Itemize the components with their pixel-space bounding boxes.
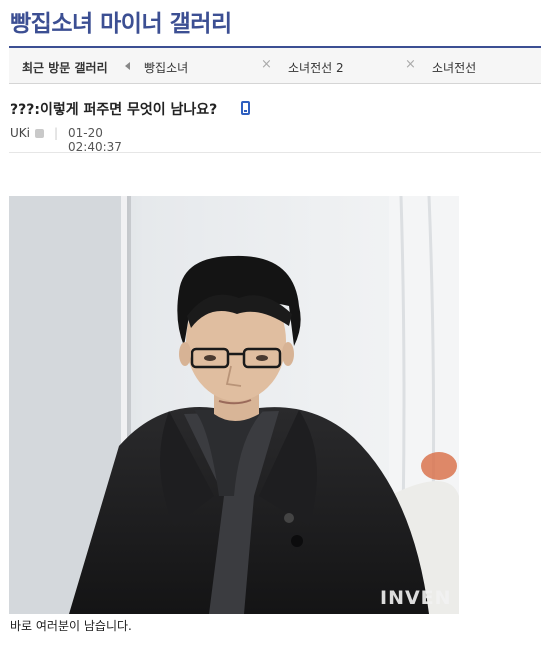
post-image[interactable] xyxy=(9,196,459,614)
prev-arrow-icon[interactable] xyxy=(125,62,130,70)
recent-item-1[interactable]: 빵집소녀 xyxy=(144,59,188,76)
gallery-title[interactable]: 빵집소녀 마이너 갤러리 xyxy=(10,4,232,38)
close-icon[interactable]: × xyxy=(405,57,416,72)
member-level-icon xyxy=(35,129,44,138)
recent-gallery-label: 최근 방문 갤러리 xyxy=(22,61,108,75)
mobile-icon xyxy=(241,101,250,115)
inven-watermark: INVEN xyxy=(380,587,452,609)
close-icon[interactable]: × xyxy=(261,57,272,72)
author-name[interactable]: UKi xyxy=(10,126,30,140)
recent-gallery-bar: 최근 방문 갤러리 빵집소녀 × 소녀전선 2 × 소녀전선 xyxy=(9,46,541,84)
recent-item-3[interactable]: 소녀전선 xyxy=(432,59,476,76)
post-title: ???:이렇게 퍼주면 무엇이 남나요? xyxy=(10,102,218,118)
meta-separator: | xyxy=(54,126,59,140)
divider xyxy=(9,152,541,153)
post-body-text: 바로 여러분이 남습니다. xyxy=(10,619,132,633)
recent-item-2[interactable]: 소녀전선 2 xyxy=(288,59,344,76)
post-timestamp: 01-20 02:40:37 xyxy=(68,126,122,154)
